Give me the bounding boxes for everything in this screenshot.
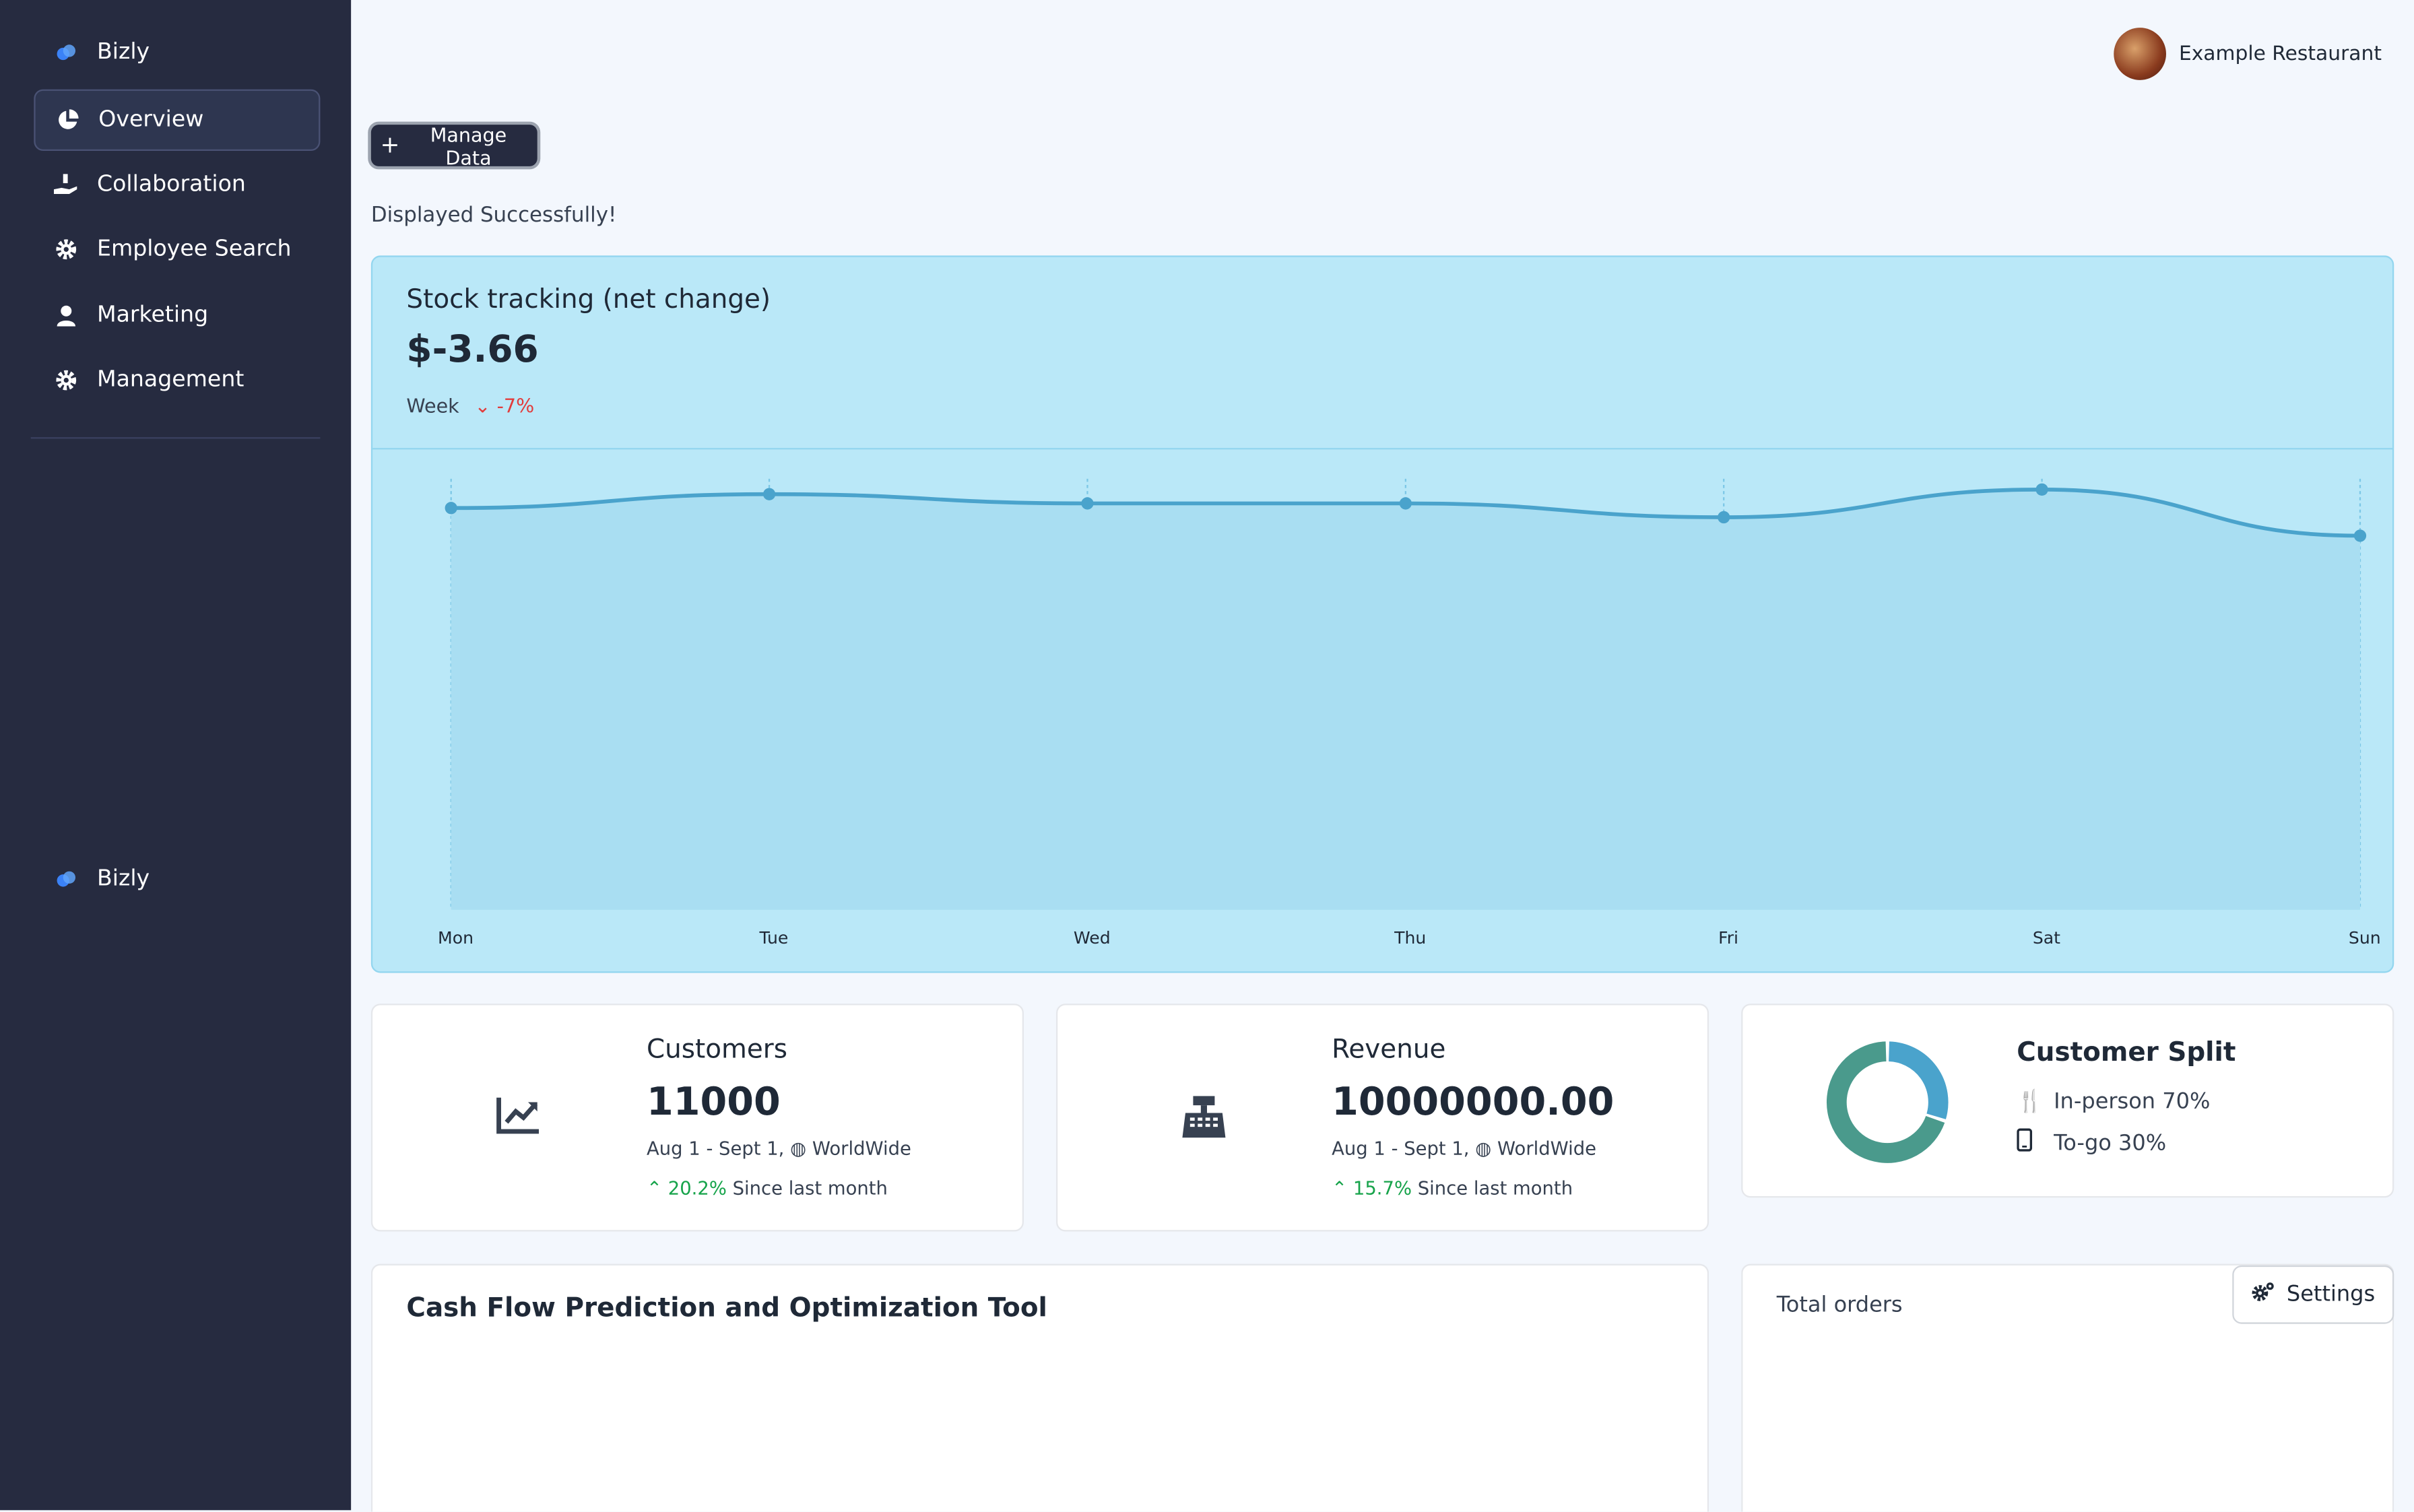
stock-tracking-card: Stock tracking (net change) $-3.66 Week … [370, 255, 2394, 973]
chart-point-sat[interactable] [2035, 483, 2048, 496]
chevron-up-icon: ⌃ [646, 1177, 662, 1199]
sidebar-item-label: Marketing [96, 303, 209, 328]
plus-icon: + [380, 131, 400, 159]
sidebar-item-collaboration[interactable]: Collaboration [34, 156, 317, 214]
sidebar-item-label: Employee Search [96, 236, 292, 262]
status-message: Displayed Successfully! [370, 203, 617, 228]
customers-change: 20.2% [667, 1177, 727, 1199]
revenue-trend: ⌃ 15.7% Since last month [1332, 1178, 1573, 1199]
chart-point-fri[interactable] [1718, 511, 1730, 524]
sidebar-item-employee-search[interactable]: Employee Search [34, 220, 317, 279]
settings-label: Settings [2286, 1282, 2376, 1307]
manage-data-label: Manage Data [430, 122, 507, 169]
chart-point-sun[interactable] [2353, 529, 2367, 542]
chart-x-tick-label: Mon [438, 928, 474, 948]
chart-point-tue[interactable] [762, 488, 776, 500]
settings-button[interactable]: Settings [2232, 1265, 2394, 1324]
revenue-range: Aug 1 - Sept 1, ◍ WorldWide [1332, 1138, 1596, 1159]
donut-slice-to-go[interactable] [1888, 1041, 1949, 1119]
gears-icon [2251, 1281, 2276, 1309]
sidebar-divider [30, 437, 321, 439]
sidebar-footer-brand[interactable]: Bizly [34, 850, 317, 909]
customers-trend: ⌃ 20.2% Since last month [647, 1178, 888, 1199]
chart-x-tick-label: Fri [1718, 928, 1738, 948]
globe-icon: ◍ [1475, 1138, 1492, 1160]
sidebar-brand-label: Bizly [96, 40, 150, 65]
customer-split-title: Customer Split [2017, 1037, 2236, 1069]
chart-point-thu[interactable] [1399, 497, 1412, 510]
chevron-up-icon: ⌃ [1332, 1177, 1348, 1199]
split-togo: To-go 30% [2017, 1128, 2166, 1157]
customers-value: 11000 [646, 1079, 781, 1124]
chart-x-tick-label: Thu [1394, 928, 1426, 948]
chart-line-icon [496, 1094, 542, 1141]
revenue-since: Since last month [1417, 1177, 1573, 1199]
sidebar-item-label: Overview [98, 107, 204, 133]
split-inperson-label: In-person 70% [2054, 1090, 2211, 1115]
bizly-logo-icon [54, 40, 79, 65]
stock-change-value: -7% [496, 394, 535, 418]
revenue-range-text: Aug 1 - Sept 1, [1332, 1138, 1470, 1160]
sidebar-item-marketing[interactable]: Marketing [34, 286, 317, 345]
chevron-down-icon: ⌄ [474, 394, 491, 418]
stock-change: ⌄ -7% [475, 394, 535, 417]
mobile-icon [2017, 1128, 2054, 1157]
bizly-logo-icon [54, 867, 79, 892]
gear-icon [54, 237, 79, 262]
avatar [2114, 28, 2167, 80]
gear-icon [54, 368, 79, 393]
user-icon [54, 303, 79, 328]
customer-split-donut[interactable] [1823, 1038, 1952, 1167]
customers-range: Aug 1 - Sept 1, ◍ WorldWide [647, 1138, 911, 1159]
manage-data-button[interactable]: + Manage Data [370, 122, 537, 169]
sidebar-brand[interactable]: Bizly [34, 23, 317, 81]
cashflow-card: Cash Flow Prediction and Optimization To… [370, 1263, 1709, 1512]
revenue-value: 10000000.00 [1332, 1079, 1614, 1124]
sidebar: Bizly Overview Collaboration Employee Se… [0, 0, 352, 1511]
hand-holding-icon [53, 172, 79, 197]
globe-icon: ◍ [790, 1138, 807, 1160]
customer-split-card: Customer Split 🍴 In-person 70% To-go 30% [1741, 1004, 2394, 1198]
total-orders-title: Total orders [1776, 1292, 1903, 1318]
utensils-icon: 🍴 [2017, 1090, 2044, 1115]
chart-x-tick-label: Sat [2033, 928, 2060, 948]
chart-x-tick-label: Tue [758, 928, 788, 948]
customers-range-text: Aug 1 - Sept 1, [646, 1138, 785, 1160]
revenue-card: Revenue 10000000.00 Aug 1 - Sept 1, ◍ Wo… [1055, 1004, 1709, 1232]
stock-value: $-3.66 [406, 327, 539, 371]
revenue-region: WorldWide [1497, 1138, 1597, 1160]
customers-title: Customers [646, 1034, 787, 1065]
user-menu[interactable]: Example Restaurant [2114, 28, 2382, 80]
stock-title: Stock tracking (net change) [406, 284, 771, 316]
split-inperson: 🍴 In-person 70% [2017, 1090, 2210, 1115]
stock-line-chart[interactable]: Mon Tue Wed Thu Fri Sat Sun [372, 448, 2392, 971]
revenue-change: 15.7% [1352, 1177, 1412, 1199]
split-togo-label: To-go 30% [2054, 1130, 2167, 1156]
chart-x-tick-label: Sun [2349, 928, 2381, 948]
cash-register-icon [1181, 1094, 1227, 1147]
cashflow-title: Cash Flow Prediction and Optimization To… [406, 1292, 1047, 1324]
chart-area [451, 489, 2360, 910]
customers-since: Since last month [732, 1177, 888, 1199]
pie-chart-icon [55, 108, 80, 133]
revenue-title: Revenue [1332, 1034, 1446, 1065]
chart-point-mon[interactable] [445, 502, 457, 515]
sidebar-item-label: Collaboration [96, 172, 246, 197]
chart-x-tick-label: Wed [1074, 928, 1111, 948]
stock-period: Week ⌄ -7% [406, 394, 534, 417]
chart-point-wed[interactable] [1081, 497, 1094, 510]
customers-card: Customers 11000 Aug 1 - Sept 1, ◍ WorldW… [370, 1004, 1024, 1232]
sidebar-footer-label: Bizly [96, 866, 150, 892]
user-name: Example Restaurant [2178, 42, 2382, 66]
stock-period-label: Week [406, 394, 459, 418]
customers-region: WorldWide [812, 1138, 911, 1160]
sidebar-item-label: Management [96, 368, 244, 393]
sidebar-item-management[interactable]: Management [34, 351, 317, 409]
sidebar-item-overview[interactable]: Overview [34, 89, 321, 151]
